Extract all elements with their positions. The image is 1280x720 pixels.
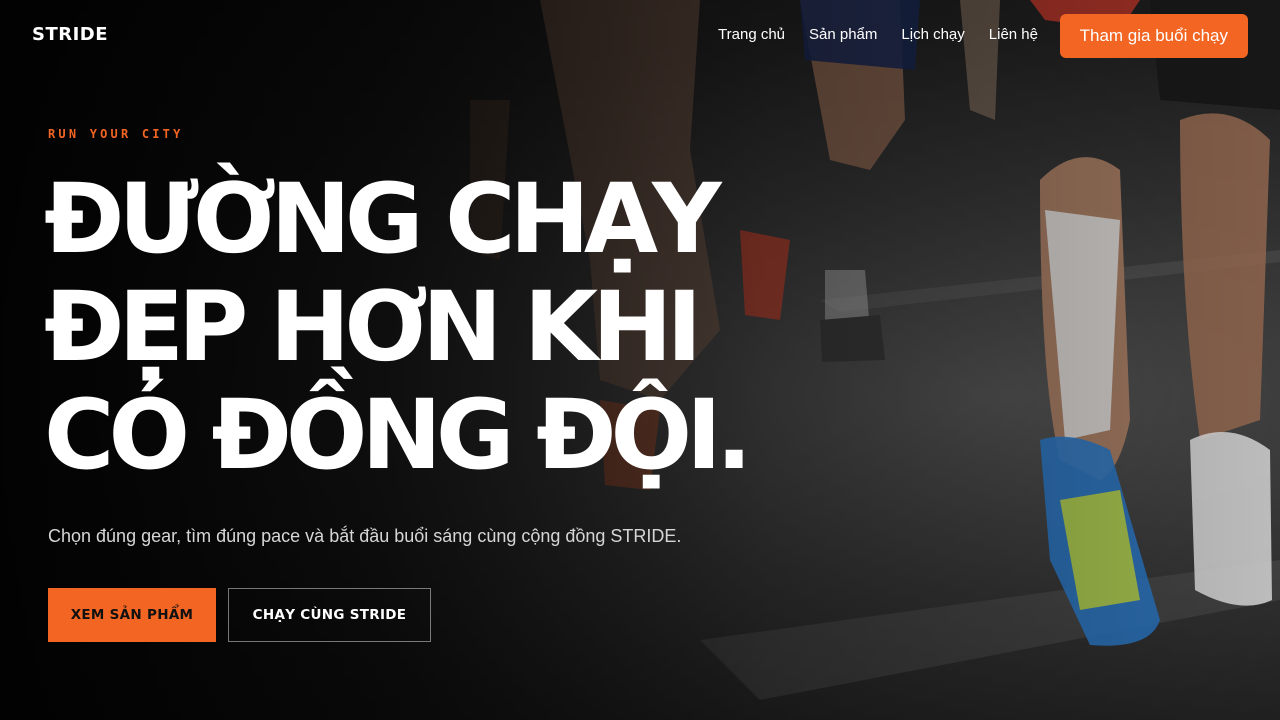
brand-logo[interactable]: STRIDE: [32, 24, 108, 45]
join-run-button[interactable]: Tham gia buổi chạy: [1059, 14, 1248, 58]
run-with-stride-button[interactable]: CHẠY CÙNG STRIDE: [228, 588, 431, 642]
hero-headline: ĐƯỜNG CHẠY ĐẸP HƠN KHI CÓ ĐỒNG ĐỘI.: [44, 165, 844, 489]
view-products-button[interactable]: XEM SẢN PHẨM: [48, 588, 216, 642]
top-navigation: STRIDE Trang chủ Sản phẩm Lịch chạy Liên…: [0, 0, 1280, 72]
headline-line-1: ĐƯỜNG CHẠY: [44, 163, 722, 275]
nav-link-products[interactable]: Sản phẩm: [809, 26, 877, 43]
nav-link-schedule[interactable]: Lịch chạy: [901, 26, 964, 43]
headline-line-2: ĐẸP HƠN KHI: [44, 271, 702, 383]
hero-eyebrow: RUN YOUR CITY: [48, 127, 184, 141]
nav-links: Trang chủ Sản phẩm Lịch chạy Liên hệ: [718, 26, 1038, 43]
nav-link-contact[interactable]: Liên hệ: [989, 26, 1038, 43]
headline-line-3: CÓ ĐỒNG ĐỘI.: [44, 379, 752, 491]
nav-link-home[interactable]: Trang chủ: [718, 26, 785, 43]
hero-subtitle: Chọn đúng gear, tìm đúng pace và bắt đầu…: [48, 526, 682, 546]
